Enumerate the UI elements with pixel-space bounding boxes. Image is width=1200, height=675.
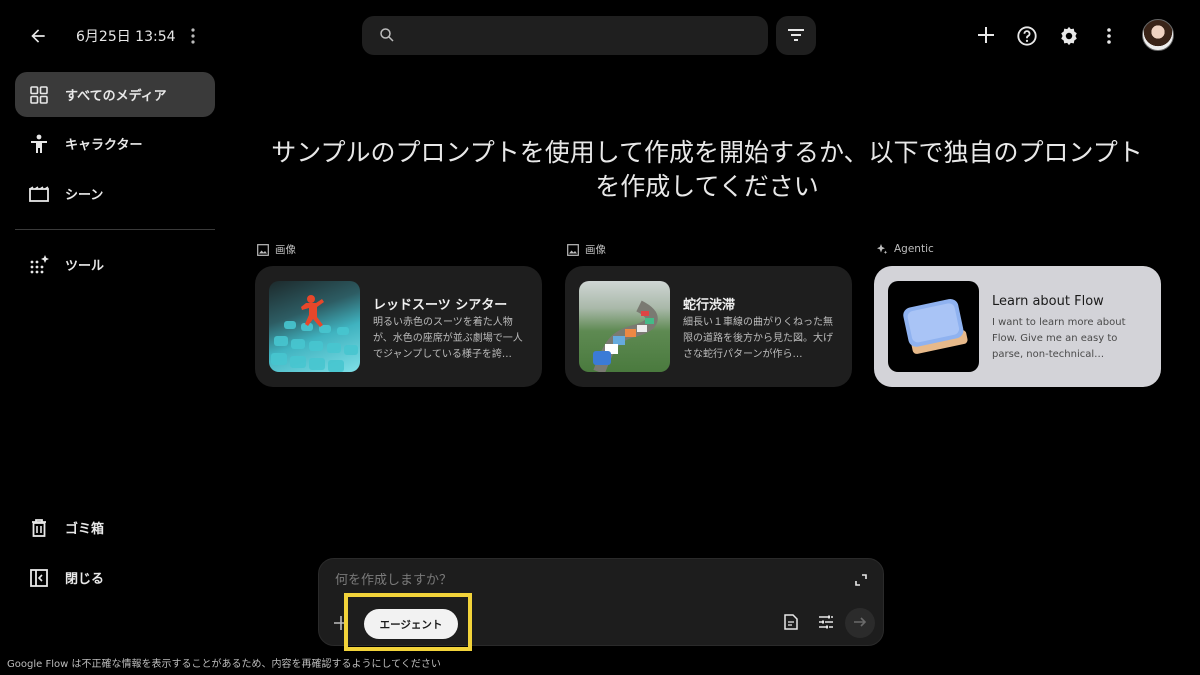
person-icon xyxy=(27,132,51,156)
collapse-sidebar-icon xyxy=(27,566,51,590)
search-icon xyxy=(378,26,396,48)
add-icon[interactable] xyxy=(972,21,1000,49)
sidebar-item-label: すべてのメディア xyxy=(65,89,167,104)
sidebar-item-tools[interactable]: ツール xyxy=(15,242,215,287)
headline-line-1: サンプルのプロンプトを使用して作成を開始するか、以下で独自のプロンプト xyxy=(271,138,1143,167)
back-arrow-icon[interactable] xyxy=(22,20,54,52)
send-button[interactable] xyxy=(845,608,875,638)
sidebar-item-label: ゴミ箱 xyxy=(65,522,105,537)
expand-icon[interactable] xyxy=(853,572,869,588)
session-date: 6月25日 13:54 xyxy=(76,29,176,45)
card-description: I want to learn more about Flow. Give me… xyxy=(992,317,1126,360)
sample-prompt-card[interactable]: 蛇行渋滞 細長い１車線の曲がりくねった無限の道路を後方から見た図。大げさな蛇行パ… xyxy=(565,266,852,387)
prompt-input[interactable] xyxy=(335,573,815,588)
sample-prompt-card[interactable]: レッドスーツ シアター 明るい赤色のスーツを着た人物が、水色の座席が並ぶ劇場で一… xyxy=(255,266,542,387)
gear-icon[interactable] xyxy=(1054,21,1084,51)
sidebar-item-label: シーン xyxy=(65,188,104,203)
arrow-forward-icon xyxy=(853,614,867,633)
sidebar-item-label: ツール xyxy=(65,259,105,274)
more-vert-icon[interactable] xyxy=(184,24,202,48)
card-tag: 画像 xyxy=(256,242,296,257)
filter-button[interactable] xyxy=(776,16,816,55)
grid-icon xyxy=(27,83,51,107)
card-thumbnail xyxy=(269,281,360,372)
clapper-icon xyxy=(27,182,51,206)
card-title: レッドスーツ シアター xyxy=(373,298,508,313)
card-tag: Agentic xyxy=(875,242,934,256)
sparkle-icon xyxy=(875,242,889,256)
headline-line-2: を作成してください xyxy=(595,172,819,201)
search-bar[interactable] xyxy=(362,16,768,55)
sparkle-grid-icon xyxy=(27,253,51,277)
image-icon xyxy=(566,243,580,257)
top-bar: 6月25日 13:54 xyxy=(0,0,1200,72)
card-description: 明るい赤色のスーツを着た人物が、水色の座席が並ぶ劇場で一人でジャンプしている様子… xyxy=(373,317,523,360)
image-icon xyxy=(256,243,270,257)
avatar[interactable] xyxy=(1142,19,1174,51)
sidebar-item-scenes[interactable]: シーン xyxy=(15,171,215,216)
note-add-icon[interactable] xyxy=(781,612,801,632)
card-title: Learn about Flow xyxy=(992,294,1104,309)
sidebar-item-label: 閉じる xyxy=(65,572,105,587)
sidebar-item-label: キャラクター xyxy=(65,138,143,153)
disclaimer: Google Flow は不正確な情報を表示することがあるため、内容を再確認する… xyxy=(7,659,441,670)
more-vert-icon[interactable] xyxy=(1100,23,1118,49)
card-description: 細長い１車線の曲がりくねった無限の道路を後方から見た図。大げさな蛇行パターンが作… xyxy=(683,317,833,360)
filter-icon xyxy=(788,26,804,45)
tune-icon[interactable] xyxy=(816,612,836,632)
card-thumbnail xyxy=(579,281,670,372)
sidebar-divider xyxy=(15,229,215,230)
sample-prompt-card[interactable]: Learn about Flow I want to learn more ab… xyxy=(874,266,1161,387)
sidebar-item-close[interactable]: 閉じる xyxy=(15,555,215,600)
agent-button[interactable]: エージェント xyxy=(364,609,458,639)
trash-icon xyxy=(27,516,51,540)
highlight-box: エージェント xyxy=(344,593,472,651)
sidebar-item-characters[interactable]: キャラクター xyxy=(15,121,215,166)
sidebar-item-trash[interactable]: ゴミ箱 xyxy=(15,505,215,550)
page-title: サンプルのプロンプトを使用して作成を開始するか、以下で独自のプロンプト を作成し… xyxy=(232,136,1182,204)
card-tag: 画像 xyxy=(566,242,606,257)
sidebar: すべてのメディア キャラクター シーン ツール ゴミ箱 閉じる xyxy=(0,72,230,675)
prompt-box: エージェント xyxy=(318,558,884,651)
sidebar-item-all-media[interactable]: すべてのメディア xyxy=(15,72,215,117)
card-title: 蛇行渋滞 xyxy=(683,298,736,313)
card-thumbnail xyxy=(888,281,979,372)
help-icon[interactable] xyxy=(1012,21,1042,51)
